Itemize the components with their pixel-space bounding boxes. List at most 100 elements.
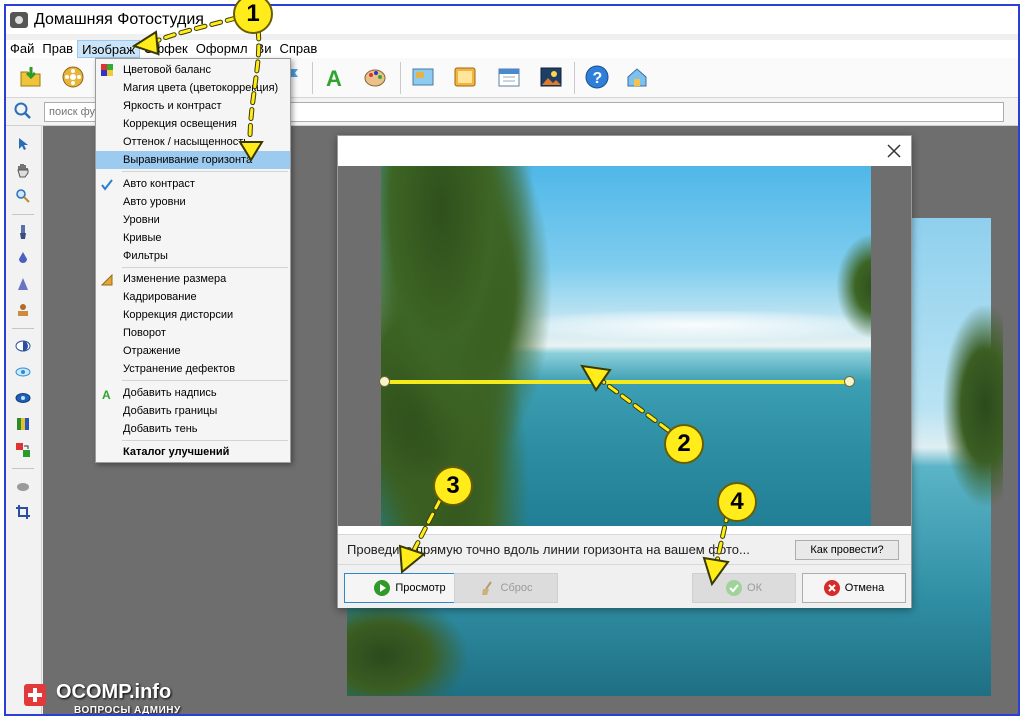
toolbar-separator [312, 62, 313, 94]
text-tool-icon[interactable]: A [322, 64, 348, 91]
cancel-icon [823, 580, 840, 596]
svg-text:A: A [326, 66, 342, 90]
palette-icon[interactable] [362, 64, 388, 90]
crop-tool-icon[interactable] [15, 504, 31, 520]
menu-item-rotate[interactable]: Поворот [96, 324, 290, 342]
menu-effects[interactable]: Эффек [140, 40, 192, 58]
help-icon[interactable]: ? [584, 64, 610, 90]
film-reel-icon[interactable] [60, 64, 86, 90]
ok-button[interactable]: ОК [692, 573, 796, 603]
menu-item-add-borders[interactable]: Добавить границы [96, 402, 290, 420]
brush-tool-icon[interactable] [15, 224, 31, 240]
eye-tool-icon[interactable] [15, 364, 31, 380]
medical-cross-icon [24, 684, 46, 706]
menu-item-add-shadow[interactable]: Добавить тень [96, 420, 290, 438]
replace-color-tool-icon[interactable] [15, 442, 31, 458]
cancel-button-label: Отмена [844, 582, 885, 594]
pointer-tool-icon[interactable] [15, 136, 31, 152]
tool-palette [6, 126, 42, 714]
menu-item-fix-defects[interactable]: Устранение дефектов [96, 360, 290, 378]
contrast-tool-icon[interactable] [15, 338, 31, 354]
menu-bar: Фай Прав Изображ Эффек Оформл Ви Справ [6, 40, 1018, 58]
toolbar-separator [400, 62, 401, 94]
photo-preview-area [338, 166, 911, 526]
eraser-tool-icon[interactable] [15, 478, 31, 494]
horizon-alignment-dialog: Проведите прямую точно вдоль линии гориз… [337, 135, 912, 608]
cancel-button[interactable]: Отмена [802, 573, 906, 603]
home-icon[interactable] [624, 64, 650, 90]
menu-item-levels[interactable]: Уровни [96, 211, 290, 229]
menu-separator [122, 267, 288, 268]
menu-item-resize[interactable]: Изменение размера [96, 270, 290, 288]
drop-tool-icon[interactable] [15, 250, 31, 266]
menu-file[interactable]: Фай [6, 40, 38, 58]
menu-help[interactable]: Справ [275, 40, 321, 58]
menu-item-reflect[interactable]: Отражение [96, 342, 290, 360]
menu-separator [122, 380, 288, 381]
photo-clouds [521, 311, 871, 339]
photo-frame-icon[interactable] [452, 64, 478, 90]
menu-item-auto-levels[interactable]: Авто уровни [96, 193, 290, 211]
open-folder-icon[interactable] [18, 64, 44, 90]
reset-button-label: Сброс [500, 582, 533, 594]
photo-pine-tree [381, 166, 561, 526]
horizon-handle-left[interactable] [379, 376, 390, 387]
photo-pine-tree-right [831, 226, 871, 346]
preview-button-label: Просмотр [395, 582, 446, 594]
menu-item-color-magic[interactable]: Магия цвета (цветокоррекция) [96, 79, 290, 97]
checkmark-icon [726, 580, 743, 596]
toolbar-separator [574, 62, 575, 94]
menu-item-curves[interactable]: Кривые [96, 229, 290, 247]
menu-item-color-balance[interactable]: Цветовой баланс [96, 61, 290, 79]
menu-item-hue-saturation[interactable]: Оттенок / насыщенность [96, 133, 290, 151]
menu-item-distortion[interactable]: Коррекция дисторсии [96, 306, 290, 324]
collage-icon[interactable] [538, 64, 564, 90]
close-icon[interactable] [885, 142, 903, 160]
watermark-subtitle: ВОПРОСЫ АДМИНУ [74, 705, 181, 716]
reset-button[interactable]: Сброс [454, 573, 558, 603]
menu-view[interactable]: Ви [252, 40, 276, 58]
menu-item-brightness-contrast[interactable]: Яркость и контраст [96, 97, 290, 115]
background-photo-tree [347, 596, 467, 696]
eye-blue-tool-icon[interactable] [15, 390, 31, 406]
hint-text: Проведите прямую точно вдоль линии гориз… [347, 542, 750, 557]
horizon-handle-right[interactable] [844, 376, 855, 387]
color-bars-tool-icon[interactable] [15, 416, 31, 432]
watermark-brand: OCOMP.info [56, 681, 172, 703]
window-title: Домашняя Фотостудия [34, 11, 204, 28]
how-to-draw-button[interactable]: Как провести? [795, 540, 899, 560]
ok-button-label: ОК [747, 582, 762, 594]
menu-separator [122, 171, 288, 172]
menu-item-auto-contrast[interactable]: Авто контраст [96, 175, 290, 193]
callout-4: 4 [717, 482, 757, 522]
hint-row: Проведите прямую точно вдоль линии гориз… [338, 534, 911, 564]
menu-item-add-caption[interactable]: Добавить надпись [96, 384, 290, 402]
menu-item-crop[interactable]: Кадрирование [96, 288, 290, 306]
watermark: OCOMP.info ВОПРОСЫ АДМИНУ [16, 680, 226, 716]
callout-3: 3 [433, 466, 473, 506]
search-icon [14, 102, 31, 119]
background-photo-tree [943, 306, 1003, 506]
menu-item-enhancements-catalog[interactable]: Каталог улучшений [96, 443, 290, 461]
app-window: Домашняя Фотостудия Фай Прав Изображ Эфф… [4, 4, 1020, 716]
stamp-tool-icon[interactable] [15, 302, 31, 318]
dialog-buttons: Просмотр Сброс ОК Отмена [338, 564, 911, 608]
title-bar: Домашняя Фотостудия [6, 6, 1018, 34]
tool-separator [12, 468, 34, 469]
menu-image[interactable]: Изображ [77, 40, 141, 58]
menu-item-lighting-correction[interactable]: Коррекция освещения [96, 115, 290, 133]
menu-item-horizon-alignment[interactable]: Выравнивание горизонта [96, 151, 290, 169]
image-menu-dropdown: Цветовой баланс Магия цвета (цветокоррек… [95, 58, 291, 463]
zoom-tool-icon[interactable] [15, 188, 31, 204]
frames-icon[interactable] [410, 64, 436, 90]
hand-tool-icon[interactable] [15, 162, 31, 178]
menu-edit[interactable]: Прав [38, 40, 77, 58]
menu-design[interactable]: Оформл [192, 40, 252, 58]
horizon-line[interactable] [384, 380, 848, 384]
broom-icon [480, 580, 496, 596]
menu-item-filters[interactable]: Фильтры [96, 247, 290, 265]
camera-app-icon [10, 12, 28, 28]
tool-separator [12, 328, 34, 329]
cone-tool-icon[interactable] [15, 276, 31, 292]
calendar-icon[interactable] [496, 64, 522, 90]
